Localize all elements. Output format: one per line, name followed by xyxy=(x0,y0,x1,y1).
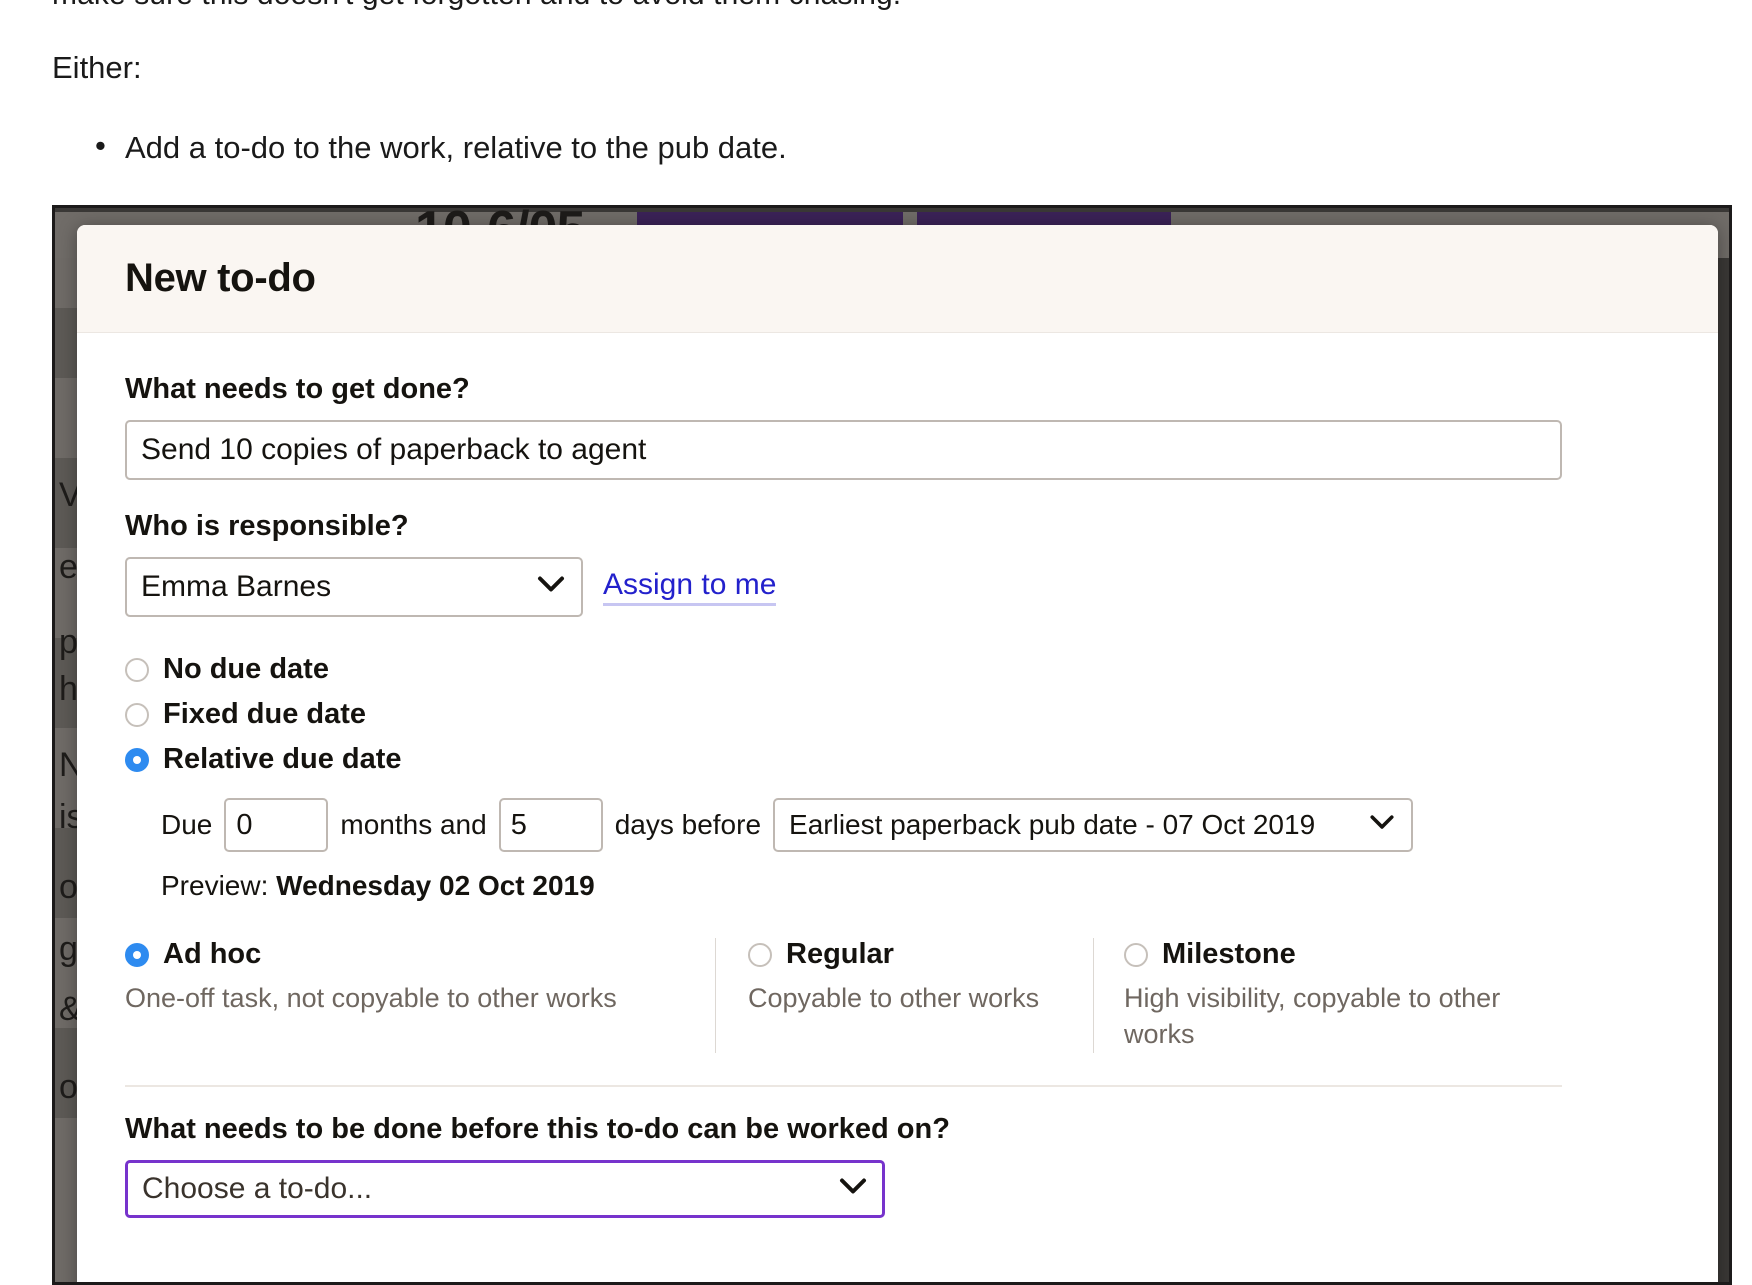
responsible-select[interactable]: Emma Barnes xyxy=(125,557,583,617)
article-either-label: Either: xyxy=(52,50,142,85)
radio-icon-milestone[interactable] xyxy=(1124,942,1148,967)
task-type-ad-hoc-desc: One-off task, not copyable to other work… xyxy=(125,983,617,1013)
responsible-label: Who is responsible? xyxy=(125,510,409,542)
embedded-screenshot: 10-6/05 ADD TO-DO COPY FROM V e p h N is… xyxy=(52,205,1732,1285)
modal-header: New to-do xyxy=(77,225,1718,333)
relative-due-row: Due months and days before Earliest pape… xyxy=(125,798,1670,852)
responsible-row: Emma Barnes Assign to me xyxy=(125,557,1670,617)
responsible-select-wrap: Emma Barnes xyxy=(125,557,583,617)
task-type-regular-head: Regular xyxy=(748,938,1063,971)
due-anchor-select-wrap: Earliest paperback pub date - 07 Oct 201… xyxy=(773,798,1414,852)
article-bullet-text: Add a to-do to the work, relative to the… xyxy=(125,130,787,165)
task-type-milestone-head: Milestone xyxy=(1124,938,1533,971)
due-prefix-label: Due xyxy=(161,809,213,840)
modal-title: New to-do xyxy=(125,256,316,300)
task-type-regular-name: Regular xyxy=(786,938,894,970)
task-type-ad-hoc[interactable]: Ad hoc One-off task, not copyable to oth… xyxy=(125,938,715,1053)
backdrop-letter-3: p xyxy=(59,623,78,661)
backdrop-letter-4: h xyxy=(59,670,78,708)
backdrop-letter-2: e xyxy=(59,548,78,586)
due-anchor-select[interactable]: Earliest paperback pub date - 07 Oct 201… xyxy=(773,798,1414,852)
radio-icon-relative-due-date[interactable] xyxy=(125,747,149,772)
task-type-milestone-desc: High visibility, copyable to other works xyxy=(1124,983,1501,1049)
article-cut-line: make sure this doesn't get forgotten and… xyxy=(52,0,901,12)
task-type-milestone[interactable]: Milestone High visibility, copyable to o… xyxy=(1093,938,1563,1053)
due-option-relative-due-date[interactable]: Relative due date xyxy=(125,737,1670,782)
backdrop-letter-7: o xyxy=(59,868,78,906)
dependency-label: What needs to be done before this to-do … xyxy=(125,1112,950,1145)
assign-to-me-link[interactable]: Assign to me xyxy=(603,568,777,606)
task-type-regular-desc: Copyable to other works xyxy=(748,983,1040,1013)
modal-body: What needs to get done? Who is responsib… xyxy=(77,333,1718,1218)
dependency-select-wrap: Choose a to-do... xyxy=(125,1159,885,1218)
task-type-ad-hoc-name: Ad hoc xyxy=(163,938,262,970)
due-days-input[interactable] xyxy=(498,798,603,852)
due-middle-label: months and xyxy=(340,809,487,840)
dependency-select[interactable]: Choose a to-do... xyxy=(125,1159,885,1218)
due-suffix-label: days before xyxy=(614,809,762,840)
due-option-label-fixed-due-date: Fixed due date xyxy=(163,698,367,730)
task-label: What needs to get done? xyxy=(125,373,470,405)
preview-label: Preview: xyxy=(161,870,269,901)
task-type-ad-hoc-head: Ad hoc xyxy=(125,938,685,971)
due-option-label-relative-due-date: Relative due date xyxy=(163,743,402,775)
radio-icon-ad-hoc[interactable] xyxy=(125,942,149,967)
due-date-preview: Preview: Wednesday 02 Oct 2019 xyxy=(125,870,1670,902)
backdrop-letter-8: g xyxy=(59,930,78,968)
preview-value: Wednesday 02 Oct 2019 xyxy=(276,870,595,901)
due-option-no-due-date[interactable]: No due date xyxy=(125,647,1670,692)
new-todo-modal: New to-do What needs to get done? Who is… xyxy=(77,225,1718,1282)
bullet-dot-icon: • xyxy=(95,128,106,163)
radio-icon-no-due-date[interactable] xyxy=(125,657,149,682)
task-name-input[interactable] xyxy=(125,420,1562,480)
backdrop-letter-10: o xyxy=(59,1068,78,1106)
due-date-radio-group: No due date Fixed due date Relative due … xyxy=(125,647,1670,782)
due-option-label-no-due-date: No due date xyxy=(163,653,329,685)
article-bullet-item: • Add a to-do to the work, relative to t… xyxy=(95,130,787,166)
due-months-input[interactable] xyxy=(224,798,329,852)
due-option-fixed-due-date[interactable]: Fixed due date xyxy=(125,692,1670,737)
section-divider xyxy=(125,1084,1562,1087)
task-type-regular[interactable]: Regular Copyable to other works xyxy=(715,938,1093,1053)
task-type-milestone-name: Milestone xyxy=(1162,938,1296,970)
task-type-group: Ad hoc One-off task, not copyable to oth… xyxy=(125,938,1670,1053)
radio-icon-fixed-due-date[interactable] xyxy=(125,702,149,727)
radio-icon-regular[interactable] xyxy=(748,942,772,967)
